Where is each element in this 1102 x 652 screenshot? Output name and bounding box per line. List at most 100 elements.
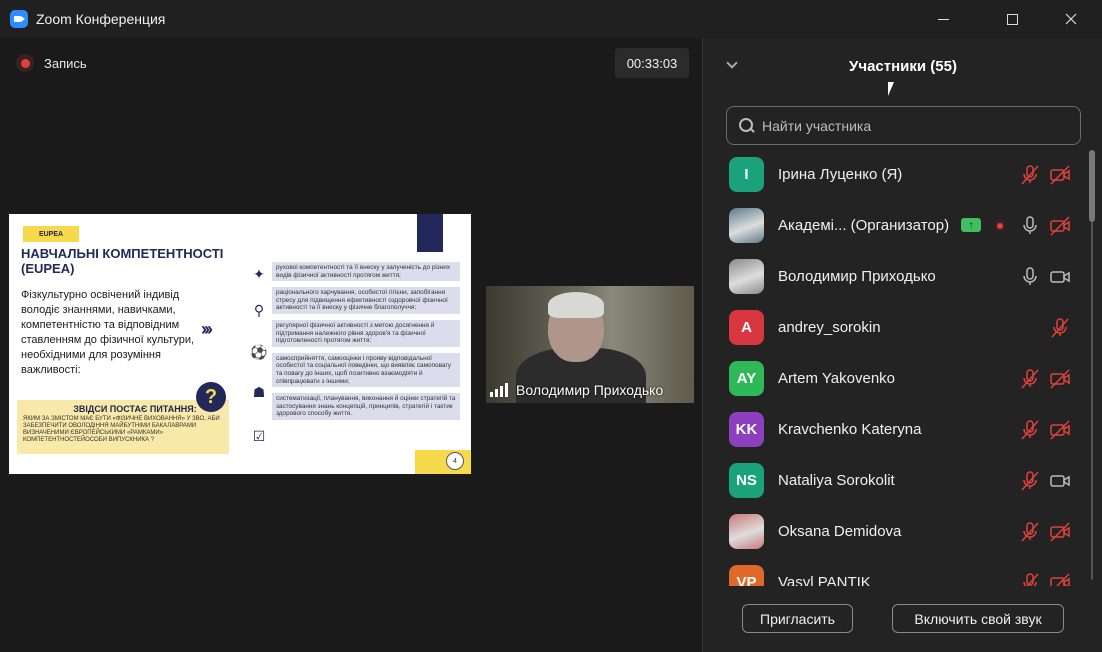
person-icon: ✦ (253, 266, 265, 282)
invite-button[interactable]: Пригласить (742, 604, 853, 633)
shared-screen-slide[interactable]: EUPEA НАВЧАЛЬНІ КОМПЕТЕНТНОСТІ (EUPEA) Ф… (9, 214, 471, 474)
recording-indicator[interactable]: Запись (16, 54, 87, 72)
close-button[interactable] (1047, 0, 1095, 38)
video-icon[interactable] (1048, 469, 1072, 493)
question-box: ЗВІДСИ ПОСТАЄ ПИТАННЯ: ЯКИМ ЗА ЗМІСТОМ М… (17, 400, 229, 454)
avatar-initials: KK (735, 421, 758, 438)
slide-item: раціонального харчування, особистої гігі… (272, 287, 460, 314)
avatar-initials: A (741, 319, 752, 336)
search-icon (739, 118, 754, 133)
people-icon: ☗ (252, 384, 266, 400)
avatar-initials: NS (736, 472, 757, 489)
participant-row[interactable]: Володимир Приходько (703, 252, 1087, 303)
video-off-icon[interactable] (1048, 418, 1072, 442)
mic-muted-icon[interactable] (1018, 367, 1042, 391)
title-bar: Zoom Конференция (0, 0, 1102, 38)
mouse-cursor-icon (888, 82, 894, 96)
slide-page-number: 4 (446, 452, 464, 470)
maximize-button[interactable] (988, 0, 1036, 38)
avatar-initials: VP (736, 574, 757, 586)
participants-title: Участники (55) (849, 58, 957, 75)
minimize-icon (937, 18, 949, 20)
participant-name: Nataliya Sorokolit (778, 472, 895, 489)
slide-text: Фізкультурно освічений індивід володіє з… (21, 289, 195, 376)
participant-list: I Ірина Луценко (Я) Академі... (Организато… (703, 150, 1087, 586)
participant-list-scrollbar[interactable] (1089, 150, 1095, 580)
avatar: AY (729, 361, 764, 396)
maximize-icon (1006, 13, 1018, 25)
mic-muted-icon[interactable] (1048, 316, 1072, 340)
minimize-button[interactable] (919, 0, 967, 38)
recording-label: Запись (44, 55, 87, 71)
meeting-timer: 00:33:03 (615, 48, 689, 78)
participant-name: Oksana Demidova (778, 523, 902, 540)
participant-name: Kravchenko Kateryna (778, 421, 922, 438)
participant-name: Vasyl PANTIK (778, 574, 871, 586)
video-off-icon[interactable] (1048, 163, 1072, 187)
meeting-video-area: Запись 00:33:03 EUPEA НАВЧАЛЬНІ КОМПЕТЕН… (0, 38, 702, 652)
question-text: ЯКИМ ЗА ЗМІСТОМ МАЄ БУТИ «ФІЗИЧНЕ ВИХОВА… (23, 416, 220, 443)
avatar: I (729, 157, 764, 192)
window-title: Zoom Конференция (36, 11, 166, 27)
record-icon (16, 54, 34, 72)
avatar (729, 208, 764, 243)
video-icon[interactable] (1048, 265, 1072, 289)
signal-strength-icon (490, 383, 510, 397)
participant-row[interactable]: Oksana Demidova (703, 507, 1087, 558)
participant-search-input[interactable] (762, 117, 1062, 134)
video-off-icon[interactable] (1048, 571, 1072, 586)
participant-row[interactable]: AY Artem Yakovenko (703, 354, 1087, 405)
mic-muted-icon[interactable] (1018, 418, 1042, 442)
avatar (729, 259, 764, 294)
participant-video-tile[interactable]: Володимир Приходько (486, 286, 694, 403)
slide-arrows: ››› (201, 319, 213, 339)
slide-items: руховоі компетентності та її внеску у за… (272, 262, 460, 426)
avatar-initials: AY (736, 370, 757, 387)
participant-name: Ірина Луценко (Я) (778, 166, 903, 183)
participant-row[interactable]: VP Vasyl PANTIK (703, 558, 1087, 586)
participant-name: Artem Yakovenko (778, 370, 896, 387)
avatar: VP (729, 565, 764, 586)
mic-muted-icon[interactable] (1018, 571, 1042, 586)
video-off-icon[interactable] (1048, 214, 1072, 238)
participant-row[interactable]: Академі... (Организатор) ↑ (703, 201, 1087, 252)
participant-name: Академі... (Организатор) (778, 217, 950, 234)
checklist-icon: ☑ (252, 428, 266, 444)
slide-heading: НАВЧАЛЬНІ КОМПЕТЕНТНОСТІ (EUPEA) (21, 246, 224, 276)
mic-muted-icon[interactable] (1018, 520, 1042, 544)
video-name-label: Володимир Приходько (490, 382, 663, 398)
scroll-thumb[interactable] (1089, 150, 1095, 222)
participant-row[interactable]: NS Nataliya Sorokolit (703, 456, 1087, 507)
avatar: A (729, 310, 764, 345)
mic-icon[interactable] (1018, 214, 1042, 238)
participants-panel: Участники (55) I Ірина Луценко (Я) Академі… (702, 38, 1102, 652)
video-participant-name: Володимир Приходько (516, 382, 664, 398)
participant-row[interactable]: Aandrey_sorokin (703, 303, 1087, 354)
zoom-app-icon (10, 10, 28, 28)
question-title: ЗВІДСИ ПОСТАЄ ПИТАННЯ: (73, 404, 197, 414)
slide-item: регулярної фізичної активності з метою д… (272, 319, 460, 347)
participant-search[interactable] (726, 106, 1081, 145)
slide-tag: EUPEA (23, 226, 79, 242)
scroll-track (1091, 222, 1093, 580)
video-off-icon[interactable] (1048, 367, 1072, 391)
question-mark-icon: ? (196, 382, 226, 412)
mic-muted-icon[interactable] (1018, 163, 1042, 187)
avatar: KK (729, 412, 764, 447)
video-person-hair (548, 292, 604, 318)
mic-muted-icon[interactable] (1018, 469, 1042, 493)
avatar (729, 514, 764, 549)
video-off-icon[interactable] (1048, 520, 1072, 544)
participant-row[interactable]: KK Kravchenko Kateryna (703, 405, 1087, 456)
avatar: NS (729, 463, 764, 498)
mic-icon[interactable] (1018, 265, 1042, 289)
participant-row[interactable]: I Ірина Луценко (Я) (703, 150, 1087, 201)
slide-item: руховоі компетентності та її внеску у за… (272, 262, 460, 282)
participant-name: andrey_sorokin (778, 319, 881, 336)
unmute-button[interactable]: Включить свой звук (892, 604, 1064, 633)
ball-icon: ⚽ (250, 344, 268, 360)
slide-item: самосприйняття, самооцінки і прояву відп… (272, 352, 460, 388)
screen-share-icon: ↑ (961, 218, 981, 232)
close-icon (1065, 13, 1077, 25)
avatar-initials: I (744, 166, 749, 183)
